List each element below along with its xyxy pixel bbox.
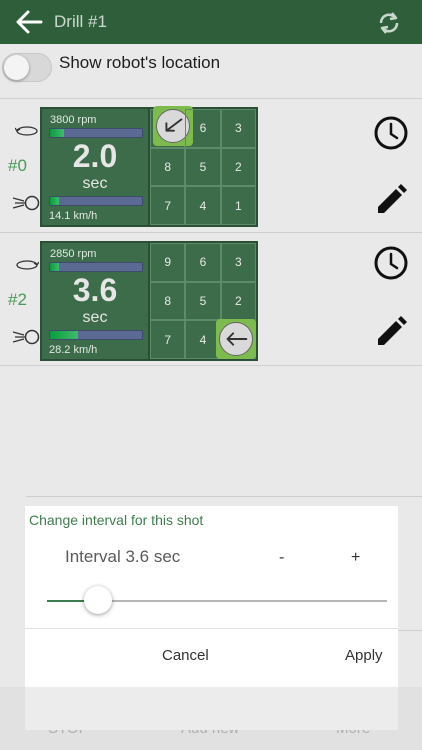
apply-button[interactable]: Apply [345,647,383,664]
app-header: Drill #1 [0,0,422,44]
grid-cell[interactable]: 6 [185,109,221,148]
dialog-title: Change interval for this shot [29,512,204,528]
target-grid[interactable]: 63852741 [148,106,258,227]
spin-icon [15,126,38,136]
shot-card[interactable]: 3800 rpm 2.0 sec 14.1 km/h [40,107,150,227]
grid-cell[interactable]: 3 [220,243,256,282]
dialog-footer [25,687,398,730]
grid-cell[interactable]: 8 [150,281,186,321]
grid-cell[interactable] [215,319,256,360]
grid-cell[interactable]: 7 [150,320,186,359]
interval-unit: sec [82,175,108,192]
shot-id: #2 [8,290,27,309]
grid-cell[interactable]: 2 [220,281,256,321]
rpm-bar [49,128,143,138]
clock-icon[interactable] [373,115,409,151]
target-ball-icon [215,319,256,360]
shot-id: #0 [8,156,27,175]
decrement-button[interactable]: - [279,549,284,567]
target-grid[interactable]: 96385274 [148,241,258,361]
grid-cell[interactable]: 5 [185,281,221,321]
slider-thumb[interactable] [84,586,112,614]
robot-location-toggle[interactable] [2,53,52,82]
clock-icon[interactable] [373,245,409,281]
grid-cell[interactable]: 3 [220,109,256,148]
speed-value: 14.1 km/h [49,210,98,222]
speed-bar [49,196,143,206]
grid-cell[interactable]: 9 [150,243,186,282]
grid-cell[interactable] [150,106,193,148]
dialog-separator [25,628,398,629]
grid-cell[interactable]: 6 [185,243,221,282]
grid-cell[interactable]: 1 [220,186,256,225]
speed-value: 28.2 km/h [49,344,98,356]
ball-speed-icon [12,195,40,211]
toggle-knob [4,55,29,80]
interval-value: 2.0 [72,138,118,174]
pencil-icon[interactable] [374,315,408,349]
increment-button[interactable]: + [351,549,360,567]
rpm-value: 3800 rpm [50,114,97,126]
page-title: Drill #1 [54,12,107,31]
grid-cell[interactable]: 8 [150,147,186,187]
shot-row[interactable]: #0 3800 rpm 2.0 sec 14.1 km/h 63852741 [0,98,422,232]
divider [26,496,422,497]
spin-icon [16,260,39,270]
rpm-value: 2850 rpm [50,248,97,260]
grid-cell[interactable]: 5 [185,147,221,187]
interval-unit: sec [82,309,108,326]
ball-speed-icon [12,329,40,345]
interval-label: Interval 3.6 sec [65,547,181,566]
rpm-bar [49,262,143,272]
shot-row[interactable]: #2 2850 rpm 3.6 sec 28.2 km/h 96385274 [0,232,422,366]
cancel-button[interactable]: Cancel [162,647,209,664]
pencil-icon[interactable] [374,183,408,217]
sync-icon[interactable] [375,9,403,37]
interval-value: 3.6 [72,272,118,308]
robot-location-label: Show robot's location [59,53,221,72]
arrow-left-icon[interactable] [14,9,44,35]
grid-cell[interactable]: 4 [185,186,221,225]
grid-cell[interactable]: 7 [150,186,186,225]
change-interval-dialog: Change interval for this shot Interval 3… [25,506,398,730]
speed-bar [49,330,143,340]
shot-card[interactable]: 2850 rpm 3.6 sec 28.2 km/h [40,241,150,361]
grid-cell[interactable]: 2 [220,147,256,187]
